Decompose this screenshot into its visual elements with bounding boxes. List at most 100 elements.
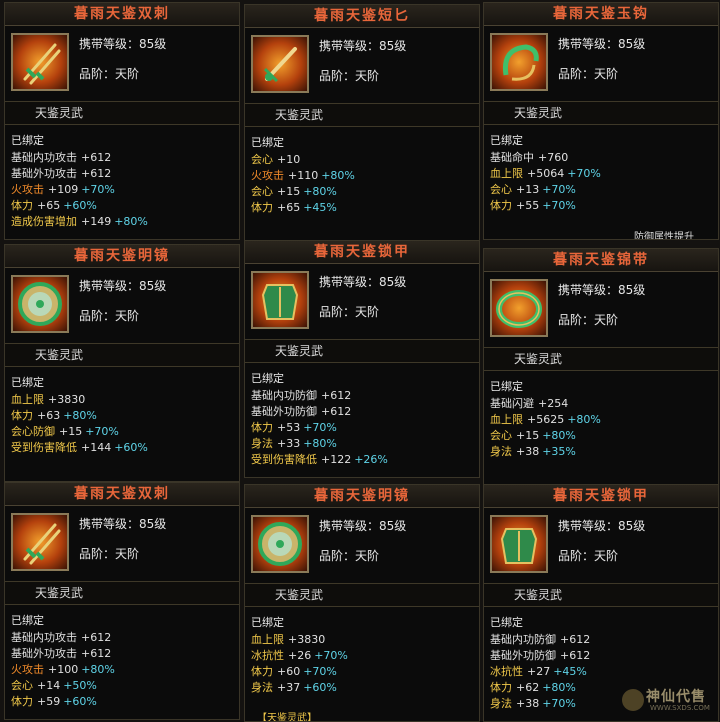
stat-row: 血上限 +3830: [11, 392, 235, 408]
stat-value: +760: [538, 151, 569, 164]
item-rank: 品阶：天阶: [319, 305, 380, 319]
stat-bonus: +70%: [542, 697, 576, 710]
stat-value: +65: [277, 201, 301, 214]
stat-value: +15: [516, 429, 540, 442]
stat-value: +15: [277, 185, 301, 198]
stat-list: 已绑定 会心 +10 火攻击 +110 +80% 会心 +15 +80% 体力 +65 +45%: [251, 135, 475, 216]
stat-value: +612: [81, 631, 112, 644]
stat-value: +65: [37, 199, 61, 212]
stat-row: 体力 +53 +70%: [251, 420, 475, 436]
stat-bonus: +26%: [354, 453, 388, 466]
stat-label: 体力: [251, 201, 273, 214]
stat-bonus: +80%: [303, 185, 337, 198]
stat-value: +3830: [288, 633, 326, 646]
stat-list: 已绑定 基础内功防御 +612 基础外功防御 +612 体力 +53 +70% 身法 +33 +80…: [251, 371, 475, 468]
stat-list: 已绑定 基础内功攻击 +612 基础外功攻击 +612 火攻击 +100 +80% 会心 +14 +…: [11, 613, 235, 710]
stat-row: 基础内功防御 +612: [251, 388, 475, 404]
item-rank: 品阶：天阶: [319, 69, 380, 83]
short-dagger-icon: [251, 35, 309, 93]
stat-value: +60: [277, 665, 301, 678]
stat-value: +53: [277, 421, 301, 434]
stat-list: 已绑定 基础闪避 +254 血上限 +5625 +80% 会心 +15 +80% 身法 +38 +35…: [490, 379, 714, 460]
stat-label: 体力: [490, 199, 512, 212]
stat-value: +26: [288, 649, 312, 662]
stat-label: 基础外功防御: [490, 649, 556, 662]
stat-row: 身法 +38 +35%: [490, 444, 714, 460]
divider: [484, 606, 718, 607]
mirror-icon: [251, 515, 309, 573]
stat-row: 基础外功防御 +612: [490, 648, 714, 664]
stat-row: 冰抗性 +26 +70%: [251, 648, 475, 664]
stat-bonus: +70%: [567, 167, 601, 180]
stat-label: 冰抗性: [490, 665, 523, 678]
stat-list: 已绑定 基础命中 +760 血上限 +5064 +70% 会心 +13 +70% 体力 +55 +70…: [490, 133, 714, 214]
stat-row: 会心 +10: [251, 152, 475, 168]
stat-label: 基础闪避: [490, 397, 534, 410]
item-category: 天鉴灵武: [245, 104, 479, 126]
item-title: 暮雨天鉴锁甲: [484, 485, 718, 508]
bound-status: 已绑定: [11, 614, 44, 627]
stat-value: +149: [81, 215, 112, 228]
stat-row: 会心防御 +15 +70%: [11, 424, 235, 440]
divider: [484, 124, 718, 125]
item-category: 天鉴灵武: [5, 344, 239, 366]
stat-row: 血上限 +5625 +80%: [490, 412, 714, 428]
stat-label: 血上限: [490, 167, 523, 180]
stat-row: 基础外功防御 +612: [251, 404, 475, 420]
stat-label: 受到伤害降低: [11, 441, 77, 454]
stat-bonus: +80%: [63, 409, 97, 422]
stat-label: 身法: [251, 681, 273, 694]
bound-status: 已绑定: [490, 380, 523, 393]
stat-row: 体力 +60 +70%: [251, 664, 475, 680]
stat-value: +59: [37, 695, 61, 708]
stat-bonus: +60%: [63, 199, 97, 212]
stat-bonus: +70%: [81, 183, 115, 196]
item-title: 暮雨天鉴锦带: [484, 249, 718, 272]
stat-label: 会心: [11, 679, 33, 692]
stat-value: +110: [288, 169, 319, 182]
stat-label: 身法: [490, 445, 512, 458]
item-title: 暮雨天鉴玉钩: [484, 3, 718, 26]
bound-status: 已绑定: [490, 616, 523, 629]
stat-bonus: +35%: [542, 445, 576, 458]
level-requirement: 携带等级：85级: [79, 279, 167, 293]
stat-value: +612: [81, 647, 112, 660]
level-requirement: 携带等级：85级: [79, 37, 167, 51]
stat-row: 火攻击 +110 +80%: [251, 168, 475, 184]
stat-value: +10: [277, 153, 301, 166]
item-rank: 品阶：天阶: [79, 309, 140, 323]
stat-value: +5625: [527, 413, 565, 426]
divider: [245, 362, 479, 363]
armor-icon: [490, 515, 548, 573]
level-requirement: 携带等级：85级: [558, 519, 646, 533]
stat-value: +122: [321, 453, 352, 466]
stat-value: +55: [516, 199, 540, 212]
stat-row: 血上限 +3830: [251, 632, 475, 648]
stat-value: +27: [527, 665, 551, 678]
stat-label: 基础内功防御: [490, 633, 556, 646]
item-category: 天鉴灵武: [245, 584, 479, 606]
stat-value: +612: [81, 151, 112, 164]
item-title: 暮雨天鉴锁甲: [245, 241, 479, 264]
stat-row: 会心 +14 +50%: [11, 678, 235, 694]
stat-row: 火攻击 +109 +70%: [11, 182, 235, 198]
item-rank: 品阶：天阶: [558, 67, 619, 81]
item-rank: 品阶：天阶: [319, 549, 380, 563]
bound-status: 已绑定: [11, 376, 44, 389]
stat-row: 基础内功攻击 +612: [11, 150, 235, 166]
stat-row: 基础内功攻击 +612: [11, 630, 235, 646]
watermark-url: WWW.SXDS.COM: [650, 704, 710, 712]
stat-bonus: +80%: [303, 437, 337, 450]
item-category: 天鉴灵武: [484, 584, 718, 606]
stat-bonus: +80%: [321, 169, 355, 182]
item-tooltip-card: 暮雨天鉴明镜 携带等级：85级 品阶：天阶 天鉴灵武 已绑定 血上限 +3830 冰抗性 +26…: [244, 484, 480, 722]
bound-status: 已绑定: [251, 136, 284, 149]
stat-bonus: +70%: [542, 199, 576, 212]
item-tooltip-card: 暮雨天鉴双刺 携带等级：85级 品阶：天阶 天鉴灵武 已绑定 基础内功攻击 +612 基础外功…: [4, 482, 240, 720]
stat-value: +38: [516, 697, 540, 710]
stat-label: 造成伤害增加: [11, 215, 77, 228]
stat-label: 血上限: [251, 633, 284, 646]
belt-icon: [490, 279, 548, 337]
level-requirement: 携带等级：85级: [319, 275, 407, 289]
bound-status: 已绑定: [490, 134, 523, 147]
